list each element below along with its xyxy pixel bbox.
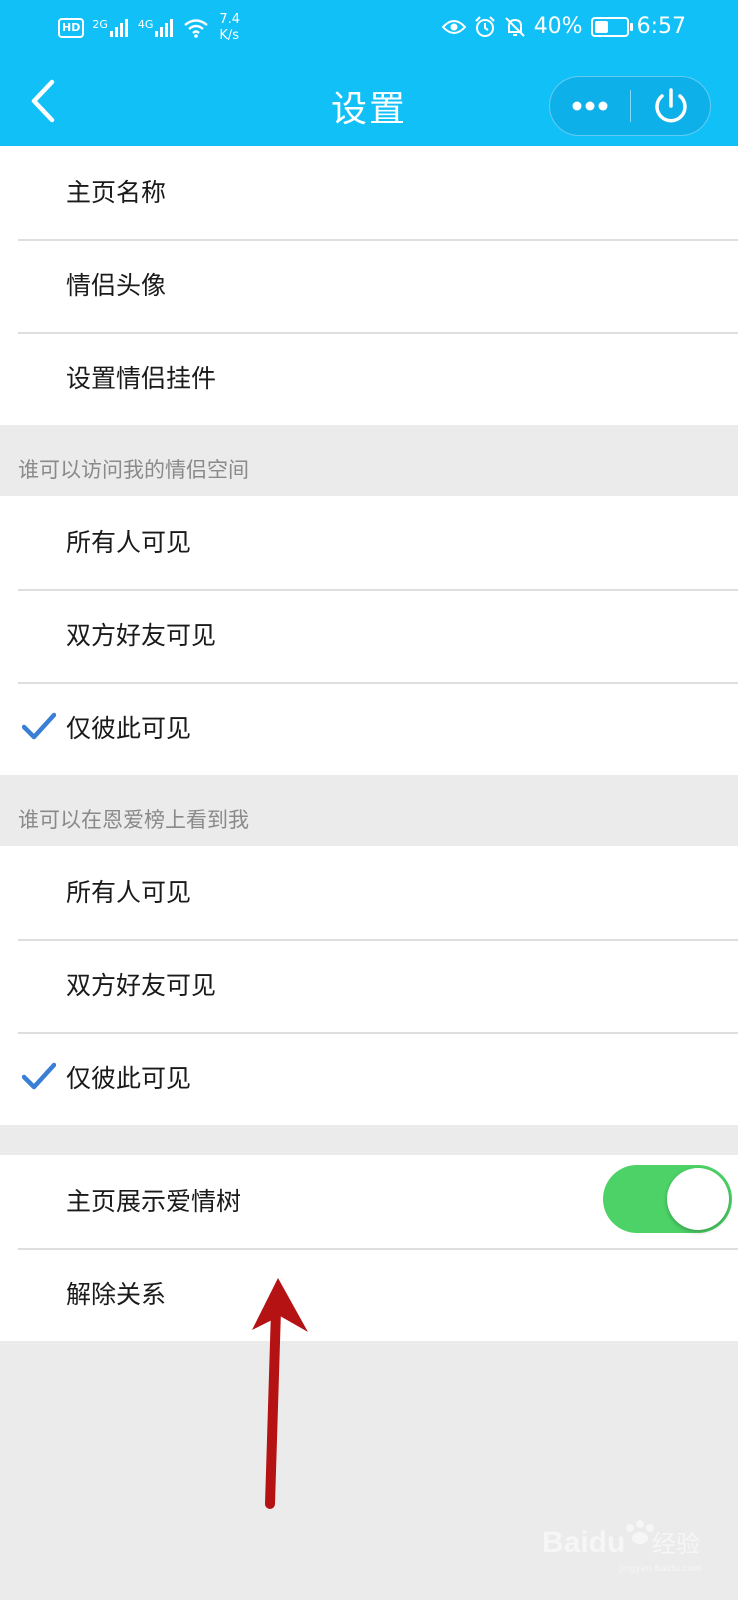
mute-bell-icon [504, 16, 525, 37]
battery-icon [590, 16, 633, 37]
toggle-knob [667, 1168, 729, 1230]
settings-content: 主页名称 情侣头像 设置情侣挂件 谁可以访问我的情侣空间 所有人可见 双方好友可… [0, 146, 738, 1341]
ranking-visibility-group: 所有人可见 双方好友可见 仅彼此可见 [0, 846, 738, 1125]
unbind-relationship-item[interactable]: 解除关系 [0, 1248, 738, 1341]
power-icon [655, 88, 687, 123]
net2-label: 4G [137, 18, 154, 31]
row-label: 主页展示爱情树 [66, 1187, 242, 1216]
signal-4g: 4G [138, 19, 176, 37]
top-bar: HD 2G 4G 7.4 K/s 40% 6:57 设置 [0, 0, 738, 146]
couple-pendant-item[interactable]: 设置情侣挂件 [0, 332, 738, 425]
network-speed: 7.4 K/s [219, 12, 240, 44]
battery-fill [594, 20, 609, 33]
row-label: 主页名称 [66, 178, 167, 207]
baidu-watermark: Baidu 经验 jingyan.baidu.com [542, 1514, 702, 1574]
space-option-mutual-friends[interactable]: 双方好友可见 [0, 589, 738, 682]
row-label: 所有人可见 [66, 528, 192, 557]
row-label: 情侣头像 [66, 271, 167, 300]
clock-time: 6:57 [636, 14, 686, 39]
row-label: 双方好友可见 [66, 621, 217, 650]
status-bar: HD 2G 4G 7.4 K/s 40% 6:57 [0, 0, 738, 56]
wifi-icon [184, 19, 209, 38]
signal-2g: 2G [92, 19, 130, 37]
row-label: 所有人可见 [66, 878, 192, 907]
space-visibility-group: 所有人可见 双方好友可见 仅彼此可见 [0, 496, 738, 775]
profile-group: 主页名称 情侣头像 设置情侣挂件 [0, 146, 738, 425]
status-right: 40% 6:57 [441, 14, 686, 39]
checkmark-icon [22, 712, 56, 740]
close-program-button[interactable] [631, 77, 711, 135]
battery-percent: 40% [533, 14, 583, 39]
ranking-option-everyone[interactable]: 所有人可见 [0, 846, 738, 939]
homepage-name-item[interactable]: 主页名称 [0, 146, 738, 239]
row-label: 仅彼此可见 [66, 714, 192, 743]
speed-unit: K/s [219, 28, 240, 43]
space-option-everyone[interactable]: 所有人可见 [0, 496, 738, 589]
space-option-only-us[interactable]: 仅彼此可见 [0, 682, 738, 775]
net1-label: 2G [92, 18, 108, 31]
status-left: HD 2G 4G 7.4 K/s [58, 12, 240, 44]
alarm-icon [474, 15, 495, 37]
row-label: 解除关系 [66, 1280, 167, 1309]
ranking-visibility-header: 谁可以在恩爱榜上看到我 [0, 775, 738, 846]
nav-bar: 设置 [0, 56, 738, 146]
hd-badge: HD [58, 18, 85, 38]
space-visibility-header: 谁可以访问我的情侣空间 [0, 425, 738, 496]
wm-suffix: 经验 [652, 1531, 700, 1558]
more-button[interactable] [550, 77, 630, 135]
annotation-arrow [252, 1278, 308, 1509]
eye-icon [441, 19, 466, 34]
more-dots-icon [572, 101, 608, 111]
signal-bars-icon [155, 19, 174, 37]
row-label: 仅彼此可见 [66, 1064, 192, 1093]
row-label: 设置情侣挂件 [66, 364, 217, 393]
ranking-option-mutual-friends[interactable]: 双方好友可见 [0, 939, 738, 1032]
couple-avatar-item[interactable]: 情侣头像 [0, 239, 738, 332]
speed-value: 7.4 [219, 12, 241, 27]
signal-bars-icon [109, 19, 128, 37]
checkmark-icon [22, 1062, 56, 1090]
wm-brand: Baidu [542, 1526, 625, 1559]
row-label: 双方好友可见 [66, 971, 217, 1000]
mini-program-capsule [549, 76, 711, 136]
misc-group: 主页展示爱情树 解除关系 [0, 1155, 738, 1341]
ranking-option-only-us[interactable]: 仅彼此可见 [0, 1032, 738, 1125]
love-tree-toggle[interactable] [603, 1165, 732, 1233]
watermark-url: jingyan.baidu.com [618, 1564, 702, 1574]
show-love-tree-item: 主页展示爱情树 [0, 1155, 738, 1248]
